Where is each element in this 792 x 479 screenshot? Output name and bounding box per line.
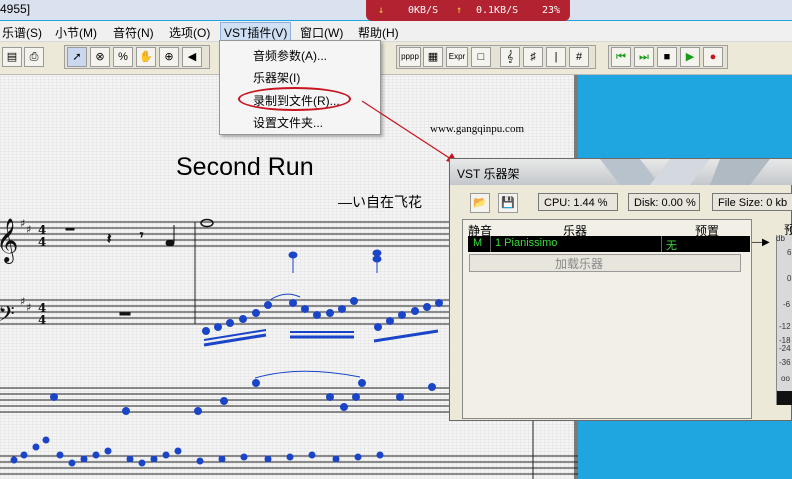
preset-value[interactable]: 无 — [666, 237, 677, 253]
meter-base — [777, 391, 792, 405]
open-folder-icon[interactable]: 📂 — [470, 193, 490, 213]
note — [165, 239, 175, 247]
print-icon[interactable]: ⎙ — [24, 47, 44, 67]
download-speed: 0KB/S — [408, 5, 439, 16]
treble-clef-icon[interactable]: 𝄞 — [500, 47, 520, 67]
percent-icon[interactable]: % — [113, 47, 133, 67]
disk-readout: Disk: 0.00 % — [628, 193, 700, 211]
svg-text:4: 4 — [38, 313, 46, 327]
window-title: 4955] — [0, 2, 31, 16]
svg-text:♯: ♯ — [20, 295, 25, 308]
table-icon[interactable]: ▦ — [423, 47, 443, 67]
meter-label: db — [776, 234, 785, 243]
zoom-icon[interactable]: ⊕ — [159, 47, 179, 67]
vst-window-titlebar[interactable]: VST 乐器架 — [450, 159, 792, 185]
record-icon[interactable]: ● — [703, 47, 723, 67]
titlebar-decoration — [600, 159, 770, 185]
highlight-oval — [238, 87, 351, 111]
menu-item-instrument-rack[interactable]: 乐器架(I) — [253, 69, 300, 86]
eighth-rest: 𝄾 — [140, 228, 143, 242]
menu-help[interactable]: 帮助(H) — [358, 24, 399, 41]
instrument-row[interactable]: M 1 Pianissimo 无 — [468, 236, 750, 252]
menu-item-set-folder[interactable]: 设置文件夹... — [253, 114, 323, 131]
menu-score[interactable]: 乐谱(S) — [2, 24, 42, 41]
play-icon[interactable]: ▶ — [680, 47, 700, 67]
svg-text:♯: ♯ — [26, 301, 31, 314]
upload-speed: 0.1KB/S — [476, 5, 519, 16]
cpu-readout: CPU: 1.44 % — [538, 193, 618, 211]
whole-rest — [119, 312, 131, 316]
menu-measure[interactable]: 小节(M) — [55, 24, 97, 41]
meter-label: 0 — [787, 274, 792, 283]
rewind-start-icon[interactable]: ⏮ — [611, 47, 631, 67]
instrument-name: 1 Pianissimo — [495, 237, 558, 249]
toolbar: ▤ ⎙ ➚ ⊗ % ✋ ⊕ ◀ pppp ▦ Expr □ 𝄞 ♯ | # ⏮ … — [0, 42, 792, 75]
erase-icon[interactable]: ⊗ — [90, 47, 110, 67]
menu-note[interactable]: 音符(N) — [113, 24, 154, 41]
vst-window-title: VST 乐器架 — [457, 167, 520, 181]
composer-text: —い自在飞花 — [338, 194, 422, 210]
save-disk-icon[interactable]: 💾 — [498, 193, 518, 213]
dynamics-pppp-button[interactable]: pppp — [399, 47, 421, 67]
mute-toggle[interactable]: M — [473, 237, 482, 249]
network-speed-widget: ↓ 0KB/S ↑ 0.1KB/S 23% — [366, 0, 570, 21]
play-from-start-icon[interactable]: ⏭ — [634, 47, 654, 67]
add-instrument-label: 加载乐器 — [555, 257, 604, 271]
download-arrow-icon: ↓ — [378, 5, 385, 16]
quarter-rest: 𝄽 — [107, 230, 111, 246]
annotation-arrow — [361, 100, 458, 164]
cpu-percent: 23% — [542, 5, 561, 16]
file-size-readout: File Size: 0 kb — [712, 193, 792, 211]
rest-mark — [65, 227, 75, 231]
speaker-icon[interactable]: ◀ — [182, 47, 202, 67]
hand-icon[interactable]: ✋ — [136, 47, 156, 67]
blue-notes — [10, 249, 443, 467]
whole-note — [200, 218, 214, 228]
add-instrument-row[interactable]: 加载乐器 — [469, 254, 741, 272]
expression-button[interactable]: Expr — [446, 47, 468, 67]
menu-options[interactable]: 选项(O) — [169, 24, 210, 41]
song-title: Second Run — [176, 153, 314, 181]
vst-instrument-rack-window: VST 乐器架 📂 💾 CPU: 1.44 % Disk: 0.00 % Fil… — [449, 158, 792, 421]
meter-label: -36 — [779, 358, 791, 367]
svg-text:♯: ♯ — [26, 223, 31, 236]
svg-text:♯: ♯ — [20, 217, 25, 230]
meter-label: 6 — [787, 248, 792, 257]
sharp-icon[interactable]: # — [569, 47, 589, 67]
stop-icon[interactable]: ■ — [657, 47, 677, 67]
meter-label: -6 — [783, 300, 791, 309]
menubar: 乐谱(S) 小节(M) 音符(N) 选项(O) VST插件(V) 窗口(W) 帮… — [0, 21, 792, 43]
rectangle-icon[interactable]: □ — [471, 47, 491, 67]
key-signature-icon[interactable]: ♯ — [523, 47, 543, 67]
select-arrow-icon[interactable]: ➚ — [67, 47, 87, 67]
menu-item-audio-params[interactable]: 音频参数(A)... — [253, 47, 327, 64]
treble-clef-glyph: 𝄞 — [0, 218, 18, 264]
menu-window[interactable]: 窗口(W) — [300, 24, 343, 41]
barline-icon[interactable]: | — [546, 47, 566, 67]
upload-arrow-icon: ↑ — [456, 5, 463, 16]
svg-text:4: 4 — [38, 235, 46, 249]
meter-label: oo — [781, 374, 790, 383]
meter-label: -24 — [779, 344, 791, 353]
meter-label: -12 — [779, 322, 791, 331]
bass-clef-glyph: 𝄢 — [0, 302, 15, 332]
row-arrow-icon: —▶ — [752, 237, 770, 248]
paste-icon[interactable]: ▤ — [2, 47, 22, 67]
